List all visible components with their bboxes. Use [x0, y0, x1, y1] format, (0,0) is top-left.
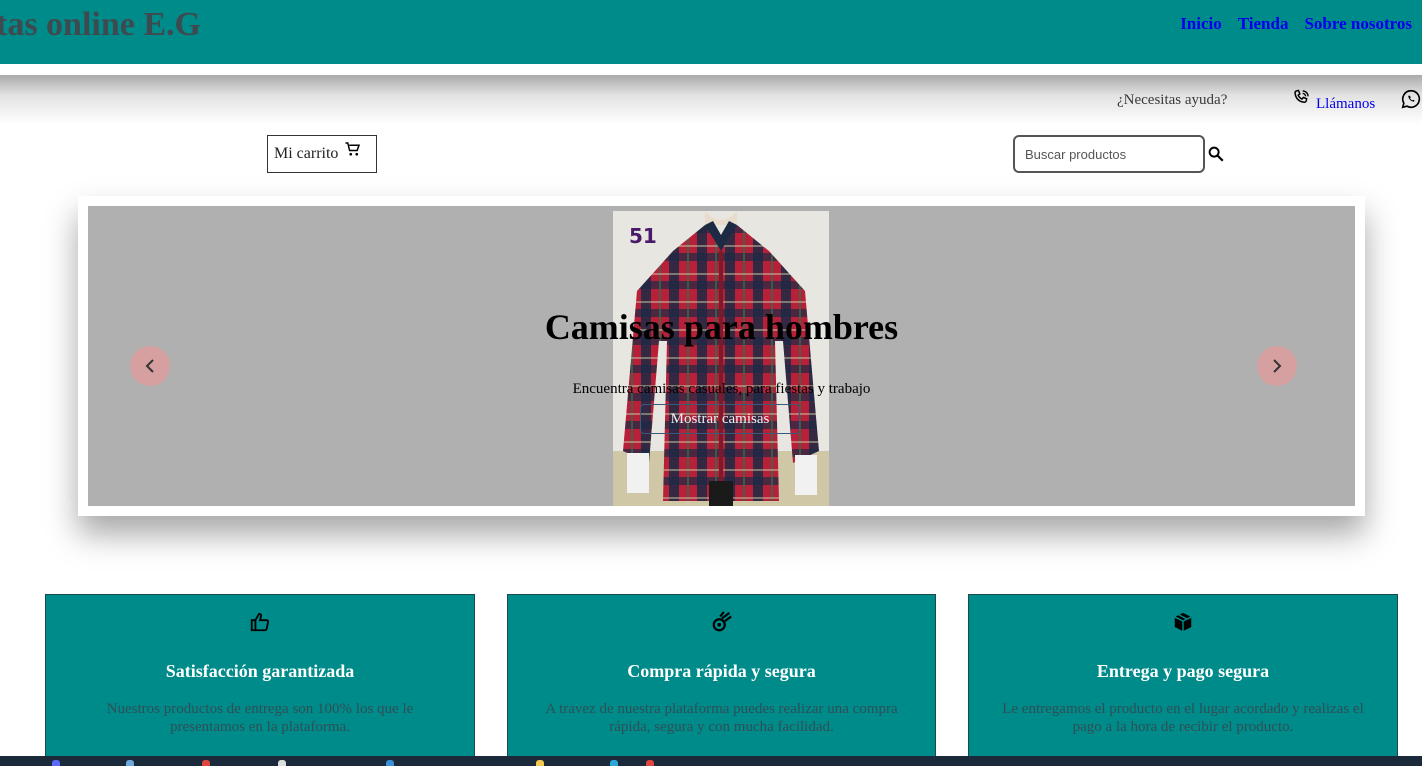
feature-card-delivery: Entrega y pago segura Le entregamos el p… — [968, 594, 1398, 766]
feature-title: Compra rápida y segura — [627, 661, 816, 681]
cart-label: Mi carrito — [274, 145, 339, 162]
top-header: tas online E.G Inicio Tienda Sobre nosot… — [0, 0, 1422, 64]
phone-icon[interactable] — [1291, 88, 1311, 113]
feature-text: A travez de nuestra plataforma puedes re… — [545, 701, 898, 735]
carousel-prev-button[interactable] — [130, 346, 170, 386]
cart-button[interactable]: Mi carrito — [267, 135, 377, 173]
chevron-left-icon — [145, 359, 154, 373]
nav-link-sobre-nosotros[interactable]: Sobre nosotros — [1304, 14, 1412, 34]
meteor-icon — [508, 611, 935, 635]
search-input[interactable] — [1013, 135, 1205, 173]
header-divider — [0, 66, 1422, 75]
nav-link-inicio[interactable]: Inicio — [1180, 14, 1222, 34]
taskbar-app-icon[interactable] — [536, 760, 544, 766]
feature-title: Satisfacción garantizada — [165, 661, 355, 681]
search-icon[interactable] — [1207, 145, 1225, 168]
chevron-right-icon — [1273, 359, 1282, 373]
site-brand[interactable]: tas online E.G — [0, 6, 201, 44]
feature-title: Entrega y pago segura — [1096, 661, 1270, 681]
box-icon — [969, 611, 1397, 635]
feature-card-satisfaction: Satisfacción garantizada Nuestros produc… — [45, 594, 475, 766]
taskbar-app-icon[interactable] — [202, 760, 210, 766]
carousel-next-button[interactable] — [1257, 346, 1297, 386]
taskbar-app-icon[interactable] — [646, 760, 654, 766]
taskbar-app-icon[interactable] — [52, 760, 60, 766]
nav-link-tienda[interactable]: Tienda — [1238, 14, 1289, 34]
call-link[interactable]: Llámanos — [1316, 96, 1375, 113]
main-nav: Inicio Tienda Sobre nosotros — [1180, 14, 1412, 34]
whatsapp-icon[interactable] — [1400, 88, 1422, 115]
shirt-image: 51 — [613, 211, 829, 506]
slide-title: Camisas para hombres — [544, 307, 899, 347]
help-question: ¿Necesitas ayuda? — [1117, 92, 1228, 108]
thumbs-up-icon — [46, 611, 474, 635]
taskbar-app-icon[interactable] — [278, 760, 286, 766]
show-shirts-button[interactable]: Mostrar camisas — [640, 404, 800, 434]
carousel-slide: 51 Camisas para hombres Encuentra camisa… — [88, 206, 1355, 506]
taskbar-app-icon[interactable] — [386, 760, 394, 766]
hero-carousel: 51 Camisas para hombres Encuentra camisa… — [78, 196, 1365, 516]
slide-subtitle: Encuentra camisas casuales, para fiestas… — [572, 381, 871, 397]
feature-card-fast-purchase: Compra rápida y segura A travez de nuest… — [507, 594, 936, 766]
feature-text: Le entregamos el producto en el lugar ac… — [1002, 701, 1364, 735]
image-tag: 51 — [629, 224, 657, 248]
taskbar-app-icon[interactable] — [610, 760, 618, 766]
cart-icon — [344, 140, 362, 163]
feature-text: Nuestros productos de entrega son 100% l… — [106, 701, 414, 735]
taskbar-app-icon[interactable] — [126, 760, 134, 766]
os-taskbar — [0, 756, 1422, 766]
